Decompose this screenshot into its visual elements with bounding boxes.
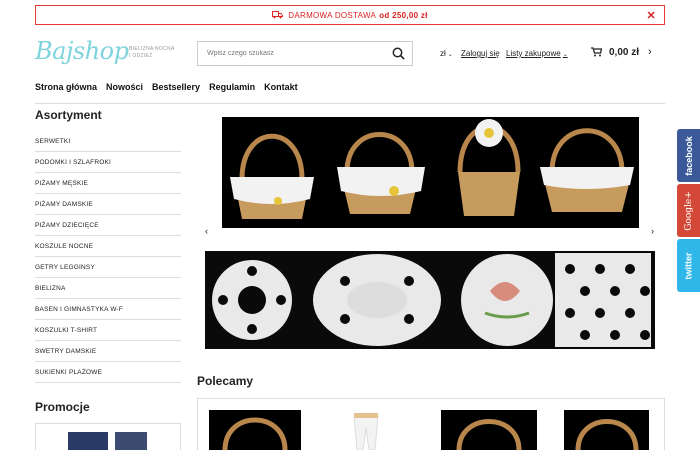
hero-slider[interactable]	[222, 117, 639, 228]
chevron-right-icon: ›	[648, 46, 652, 58]
promotions-title: Promocje	[35, 400, 90, 414]
currency-select[interactable]: zł ⌄	[440, 49, 453, 58]
search-input[interactable]	[207, 50, 387, 57]
product-thumbnail[interactable]	[564, 410, 649, 450]
promotion-image[interactable]	[68, 432, 108, 450]
chevron-down-icon: ⌄	[447, 52, 453, 58]
product-image	[575, 419, 639, 450]
category-item[interactable]: BASEN I GIMNASTYKA W-F	[35, 299, 181, 320]
twitter-tab[interactable]: twitter	[677, 239, 700, 292]
recommended-title: Polecamy	[197, 374, 254, 388]
category-item[interactable]: SWETRY DAMSKIE	[35, 341, 181, 362]
google-plus-label: Google+	[683, 190, 694, 231]
logo[interactable]: Bajshop	[35, 37, 129, 65]
category-item[interactable]: PIŻAMY DAMSKIE	[35, 194, 181, 215]
category-item[interactable]: PODOMKI I SZLAFROKI	[35, 152, 181, 173]
search-bar	[197, 41, 413, 66]
nav-terms[interactable]: Regulamin	[209, 82, 255, 92]
product-image	[222, 417, 288, 450]
search-icon[interactable]	[392, 47, 405, 60]
slider-next-arrow[interactable]: ›	[651, 226, 654, 236]
twitter-label: twitter	[683, 252, 694, 279]
category-list: SERWETKI PODOMKI I SZLAFROKI PIŻAMY MĘSK…	[35, 131, 181, 383]
cart-total: 0,00 zł	[609, 46, 640, 58]
slider-prev-arrow[interactable]: ‹	[205, 226, 208, 236]
doilies-banner[interactable]	[205, 251, 655, 349]
nav-home[interactable]: Strona główna	[35, 82, 97, 92]
truck-icon	[272, 11, 284, 19]
nav-bestsellers[interactable]: Bestsellery	[152, 82, 200, 92]
main-nav: Strona główna Nowości Bestsellery Regula…	[35, 82, 307, 92]
category-item[interactable]: KOSZULKI T-SHIRT	[35, 320, 181, 341]
cart-icon	[591, 47, 602, 57]
nav-contact[interactable]: Kontakt	[264, 82, 298, 92]
google-plus-tab[interactable]: Google+	[677, 184, 700, 237]
facebook-tab[interactable]: facebook	[677, 129, 700, 182]
category-item[interactable]: PIŻAMY MĘSKIE	[35, 173, 181, 194]
sidebar-title: Asortyment	[35, 108, 102, 122]
banner-amount: od 250,00 zł	[379, 10, 428, 20]
close-icon[interactable]: ✕	[646, 9, 656, 22]
doilies-banner-image	[212, 253, 651, 347]
product-thumbnail[interactable]	[441, 410, 537, 450]
product-image	[456, 419, 522, 450]
tagline-line-2: I ODZIEŻ	[129, 53, 153, 59]
category-item[interactable]: SERWETKI	[35, 131, 181, 152]
chevron-down-icon: ⌄	[562, 52, 568, 58]
facebook-label: facebook	[683, 135, 694, 176]
banner-text: DARMOWA DOSTAWA	[288, 10, 377, 20]
product-thumbnail[interactable]	[209, 410, 301, 450]
header-divider	[35, 103, 665, 104]
shopping-lists-link[interactable]: Listy zakupowe ⌄	[506, 49, 568, 58]
baskets-banner-image	[230, 119, 634, 219]
nav-new[interactable]: Nowości	[106, 82, 143, 92]
category-item[interactable]: PIŻAMY DZIECIĘCE	[35, 215, 181, 236]
category-item[interactable]: BIELIZNA	[35, 278, 181, 299]
lists-label: Listy zakupowe	[506, 49, 561, 58]
promotion-card[interactable]	[35, 423, 181, 450]
tagline-line-1: BIELIZNA NOCNA	[129, 46, 175, 52]
product-image	[353, 413, 379, 450]
category-item[interactable]: GETRY LEGGINSY	[35, 257, 181, 278]
product-thumbnail[interactable]	[330, 410, 402, 450]
category-item[interactable]: KOSZULE NOCNE	[35, 236, 181, 257]
currency-label: zł	[440, 49, 446, 58]
cart-button[interactable]: 0,00 zł ›	[591, 46, 652, 58]
login-link[interactable]: Zaloguj się	[461, 49, 500, 58]
logo-tagline: BIELIZNA NOCNA I ODZIEŻ	[129, 46, 175, 60]
promotion-image[interactable]	[115, 432, 147, 450]
category-item[interactable]: SUKIENKI PLAŻOWE	[35, 362, 181, 383]
free-shipping-banner: DARMOWA DOSTAWA od 250,00 zł ✕	[35, 5, 665, 25]
